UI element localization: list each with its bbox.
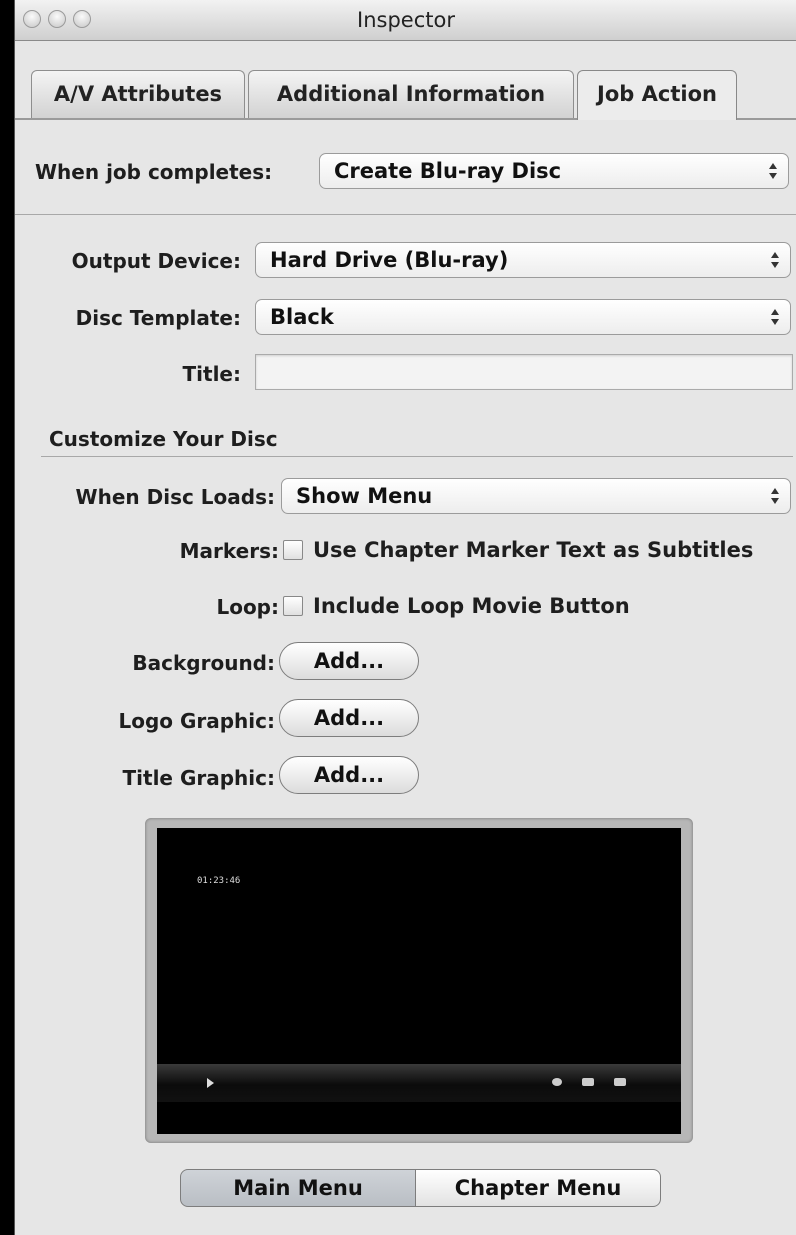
disc-loads-label: When Disc Loads: — [75, 485, 275, 509]
markers-label: Markers: — [179, 539, 279, 563]
output-device-value: Hard Drive (Blu-ray) — [270, 248, 509, 272]
disc-template-label: Disc Template: — [75, 306, 241, 330]
logo-graphic-label: Logo Graphic: — [118, 709, 275, 733]
main-menu-segment[interactable]: Main Menu — [180, 1169, 416, 1207]
loop-icon — [552, 1078, 562, 1086]
inspector-window: Inspector A/V Attributes Additional Info… — [14, 0, 796, 1235]
job-completes-value: Create Blu-ray Disc — [334, 159, 562, 183]
popup-arrows-icon — [768, 246, 782, 274]
preview-control-bar — [157, 1064, 681, 1102]
loop-checkbox[interactable] — [283, 596, 303, 616]
disc-template-popup[interactable]: Black — [255, 299, 791, 335]
play-icon — [207, 1078, 214, 1088]
output-device-label: Output Device: — [71, 249, 241, 273]
window-title: Inspector — [357, 8, 455, 32]
markers-checkbox-label[interactable]: Use Chapter Marker Text as Subtitles — [313, 538, 753, 562]
title-bar: Inspector — [15, 0, 796, 41]
title-input[interactable] — [255, 354, 793, 390]
preview-timecode: 01:23:46 — [197, 876, 241, 886]
output-device-popup[interactable]: Hard Drive (Blu-ray) — [255, 242, 791, 278]
chapter-menu-segment[interactable]: Chapter Menu — [415, 1169, 661, 1207]
tab-strip: A/V Attributes Additional Information Jo… — [15, 40, 796, 120]
customize-heading: Customize Your Disc — [49, 427, 278, 451]
section-divider — [15, 214, 796, 215]
tab-job-action[interactable]: Job Action — [577, 70, 737, 120]
title-graphic-label: Title Graphic: — [122, 766, 275, 790]
menu-preview-frame: 01:23:46 — [145, 818, 693, 1143]
disc-loads-value: Show Menu — [296, 484, 433, 508]
tab-av-attributes[interactable]: A/V Attributes — [31, 70, 245, 118]
job-completes-popup[interactable]: Create Blu-ray Disc — [319, 153, 789, 189]
loop-checkbox-label[interactable]: Include Loop Movie Button — [313, 594, 630, 618]
menu-preview: 01:23:46 — [157, 828, 681, 1134]
title-label: Title: — [182, 362, 241, 386]
tab-additional-information[interactable]: Additional Information — [248, 70, 574, 118]
title-graphic-add-button[interactable]: Add... — [279, 756, 419, 794]
disc-template-value: Black — [270, 305, 334, 329]
chapters-icon — [582, 1078, 594, 1086]
job-completes-label: When job completes: — [35, 160, 273, 184]
background-label: Background: — [132, 651, 275, 675]
subtitles-icon — [614, 1078, 626, 1086]
popup-arrows-icon — [766, 157, 780, 185]
loop-label: Loop: — [216, 595, 279, 619]
customize-divider — [41, 456, 793, 457]
popup-arrows-icon — [768, 303, 782, 331]
logo-graphic-add-button[interactable]: Add... — [279, 699, 419, 737]
popup-arrows-icon — [768, 482, 782, 510]
markers-checkbox[interactable] — [283, 540, 303, 560]
disc-loads-popup[interactable]: Show Menu — [281, 478, 791, 514]
background-add-button[interactable]: Add... — [279, 642, 419, 680]
